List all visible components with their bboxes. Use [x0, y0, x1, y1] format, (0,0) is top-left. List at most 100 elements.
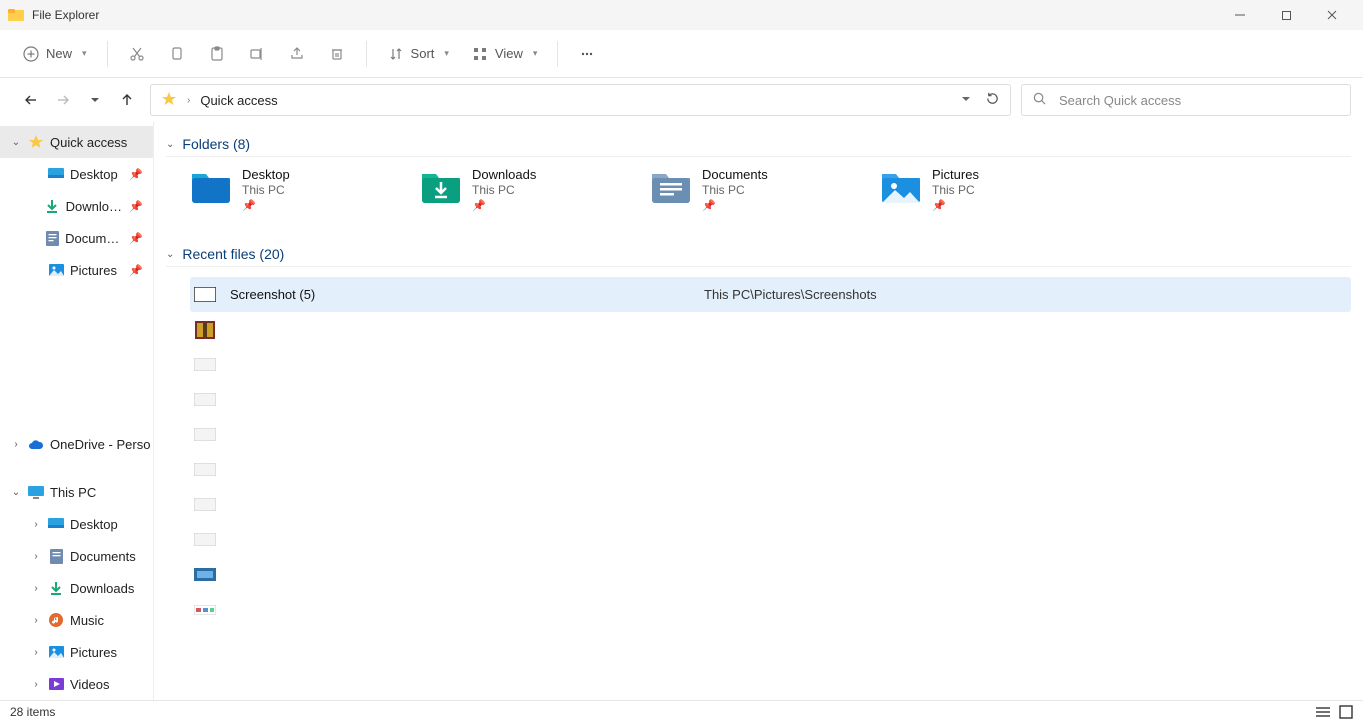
breadcrumb-separator: › [187, 95, 190, 106]
sidebar-item-label: Documents [70, 549, 136, 564]
share-icon [288, 45, 306, 63]
download-icon [45, 198, 59, 214]
folder-item-downloads[interactable]: Downloads This PC 📌 [420, 167, 620, 212]
pin-icon: 📌 [129, 200, 143, 213]
chevron-down-icon[interactable] [961, 93, 971, 107]
scissors-icon [128, 45, 146, 63]
recent-locations-button[interactable] [86, 91, 104, 109]
paste-button[interactable] [200, 37, 234, 71]
folder-item-documents[interactable]: Documents This PC 📌 [650, 167, 850, 212]
recent-file-row[interactable] [190, 452, 1351, 487]
details-view-button[interactable] [1315, 705, 1331, 719]
file-explorer-icon [8, 7, 24, 23]
desktop-icon [48, 166, 64, 182]
pin-icon: 📌 [129, 264, 143, 277]
pin-icon: 📌 [129, 232, 143, 245]
image-thumb-icon [194, 567, 216, 583]
sidebar-item-downloads[interactable]: Downloads 📌 [0, 190, 153, 222]
close-button[interactable] [1309, 0, 1355, 30]
folder-item-pictures[interactable]: Pictures This PC 📌 [880, 167, 1080, 212]
address-bar[interactable]: › Quick access [150, 84, 1011, 116]
chevron-right-icon[interactable]: › [10, 439, 22, 450]
recent-file-row[interactable] [190, 557, 1351, 592]
recent-file-row[interactable] [190, 312, 1351, 347]
sidebar-item-documents[interactable]: Documents 📌 [0, 222, 153, 254]
folder-name: Documents [702, 167, 768, 182]
search-box[interactable] [1021, 84, 1351, 116]
toolbar-separator [557, 41, 558, 67]
chevron-right-icon[interactable]: › [30, 679, 42, 690]
chevron-right-icon[interactable]: › [30, 519, 42, 530]
refresh-button[interactable] [985, 91, 1000, 109]
sidebar-item-pc-documents[interactable]: › Documents [0, 540, 153, 572]
sidebar-item-pc-videos[interactable]: › Videos [0, 668, 153, 700]
chevron-down-icon[interactable]: ⌄ [10, 137, 22, 148]
search-input[interactable] [1057, 92, 1340, 109]
sidebar-item-label: Videos [70, 677, 110, 692]
breadcrumb-location[interactable]: Quick access [200, 93, 277, 108]
pin-icon: 📌 [472, 199, 536, 212]
recent-file-row[interactable] [190, 487, 1351, 522]
back-button[interactable] [22, 91, 40, 109]
recent-file-row[interactable] [190, 347, 1351, 382]
cut-button[interactable] [120, 37, 154, 71]
desktop-icon [48, 516, 64, 532]
folder-name: Desktop [242, 167, 290, 182]
chevron-right-icon[interactable]: › [30, 647, 42, 658]
rename-button[interactable] [240, 37, 274, 71]
music-icon [48, 612, 64, 628]
image-thumb-icon [194, 427, 216, 443]
sidebar-item-pictures[interactable]: Pictures 📌 [0, 254, 153, 286]
folder-name: Pictures [932, 167, 979, 182]
sidebar-item-pc-downloads[interactable]: › Downloads [0, 572, 153, 604]
section-title: Recent files (20) [182, 246, 284, 262]
up-button[interactable] [118, 91, 136, 109]
status-bar: 28 items [0, 700, 1363, 722]
sort-button[interactable]: Sort ▾ [379, 37, 457, 71]
maximize-button[interactable] [1263, 0, 1309, 30]
recent-file-row[interactable] [190, 417, 1351, 452]
pictures-icon [48, 262, 64, 278]
delete-button[interactable] [320, 37, 354, 71]
recent-file-row[interactable] [190, 522, 1351, 557]
view-button[interactable]: View ▾ [463, 37, 545, 71]
sidebar-item-quick-access[interactable]: ⌄ Quick access [0, 126, 153, 158]
documents-icon [48, 548, 64, 564]
sort-label: Sort [411, 46, 435, 61]
folders-section-header[interactable]: ⌄ Folders (8) [166, 136, 1351, 157]
chevron-right-icon[interactable]: › [30, 583, 42, 594]
sidebar-item-pc-desktop[interactable]: › Desktop [0, 508, 153, 540]
sidebar-item-desktop[interactable]: Desktop 📌 [0, 158, 153, 190]
more-button[interactable] [570, 37, 604, 71]
pin-icon: 📌 [702, 199, 768, 212]
folder-location: This PC [702, 183, 768, 197]
folder-item-desktop[interactable]: Desktop This PC 📌 [190, 167, 390, 212]
pictures-folder-icon [880, 167, 922, 205]
recent-file-row[interactable] [190, 382, 1351, 417]
sidebar-item-onedrive[interactable]: › OneDrive - Perso [0, 428, 153, 460]
minimize-button[interactable] [1217, 0, 1263, 30]
thumbnails-view-button[interactable] [1339, 705, 1353, 719]
new-button[interactable]: New ▾ [14, 37, 95, 71]
image-thumb-icon [194, 497, 216, 513]
chevron-right-icon[interactable]: › [30, 615, 42, 626]
forward-button[interactable] [54, 91, 72, 109]
recent-file-row[interactable]: Screenshot (5) This PC\Pictures\Screensh… [190, 277, 1351, 312]
copy-button[interactable] [160, 37, 194, 71]
sidebar-item-pc-pictures[interactable]: › Pictures [0, 636, 153, 668]
share-button[interactable] [280, 37, 314, 71]
chevron-down-icon: ▾ [533, 48, 538, 59]
sidebar-item-label: Quick access [50, 135, 127, 150]
recent-file-row[interactable] [190, 592, 1351, 627]
window-title: File Explorer [32, 8, 99, 22]
monitor-icon [28, 484, 44, 500]
sidebar-item-this-pc[interactable]: ⌄ This PC [0, 476, 153, 508]
folders-grid: Desktop This PC 📌 Downloads This PC 📌 Do… [166, 167, 1351, 212]
chevron-right-icon[interactable]: › [30, 551, 42, 562]
archive-thumb-icon [194, 322, 216, 338]
recent-section-header[interactable]: ⌄ Recent files (20) [166, 246, 1351, 267]
sidebar-item-pc-music[interactable]: › Music [0, 604, 153, 636]
chevron-down-icon[interactable]: ⌄ [10, 487, 22, 498]
folder-name: Downloads [472, 167, 536, 182]
navigation-sidebar: ⌄ Quick access Desktop 📌 Downloads 📌 Doc… [0, 122, 154, 700]
